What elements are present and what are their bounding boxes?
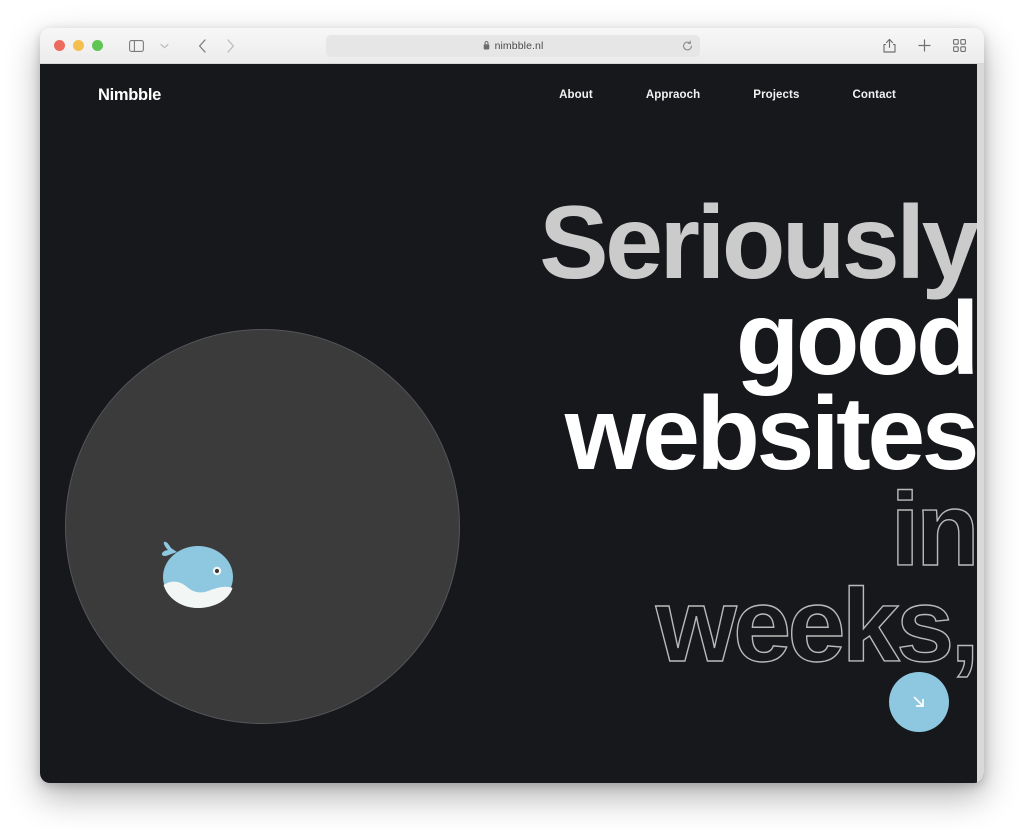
minimize-window-button[interactable]: [73, 40, 84, 51]
headline-line-1: Seriously: [539, 185, 979, 301]
maximize-window-button[interactable]: [92, 40, 103, 51]
toolbar-left-group: [123, 34, 243, 58]
headline-line-3: websites: [564, 376, 980, 493]
url-text: nimbble.nl: [494, 39, 544, 52]
nav-link-projects[interactable]: Projects: [753, 89, 799, 101]
scroll-down-button[interactable]: [889, 672, 949, 732]
page-viewport: Nimbble About Appraoch Projects Contact: [40, 64, 984, 783]
back-arrow-icon[interactable]: [189, 34, 215, 58]
sidebar-toggle-icon[interactable]: [123, 34, 149, 58]
toolbar-right-group: [876, 34, 972, 58]
headline-line-4: in: [890, 472, 980, 589]
reload-icon[interactable]: [682, 40, 693, 51]
browser-toolbar: nimbble.nl: [40, 28, 984, 64]
site-logo[interactable]: Nimbble: [98, 86, 161, 105]
plus-icon[interactable]: [911, 34, 937, 58]
share-icon[interactable]: [876, 34, 902, 58]
browser-window: nimbble.nl Nimbble About Appraoch Projec…: [40, 28, 984, 783]
nav-link-appraoch[interactable]: Appraoch: [646, 89, 700, 101]
nav-link-contact[interactable]: Contact: [852, 89, 896, 101]
close-window-button[interactable]: [54, 40, 65, 51]
nav-link-about[interactable]: About: [559, 89, 593, 101]
page-scrollbar[interactable]: [977, 64, 984, 783]
address-bar[interactable]: nimbble.nl: [326, 34, 700, 57]
headline-line-2: good: [735, 280, 980, 397]
whale-illustration: [161, 541, 233, 608]
headline-line-5: weeks,: [655, 567, 980, 684]
scroll-down-arrow-icon: [909, 692, 929, 712]
forward-arrow-icon[interactable]: [217, 34, 243, 58]
hero-headline: Seriously good websites in weeks,: [316, 185, 980, 684]
lock-icon: [483, 41, 490, 50]
site-navigation: About Appraoch Projects Contact: [559, 89, 926, 101]
site-header: Nimbble About Appraoch Projects Contact: [40, 64, 984, 126]
chevron-down-icon[interactable]: [151, 34, 177, 58]
window-controls: [40, 40, 103, 51]
tab-overview-icon[interactable]: [946, 34, 972, 58]
